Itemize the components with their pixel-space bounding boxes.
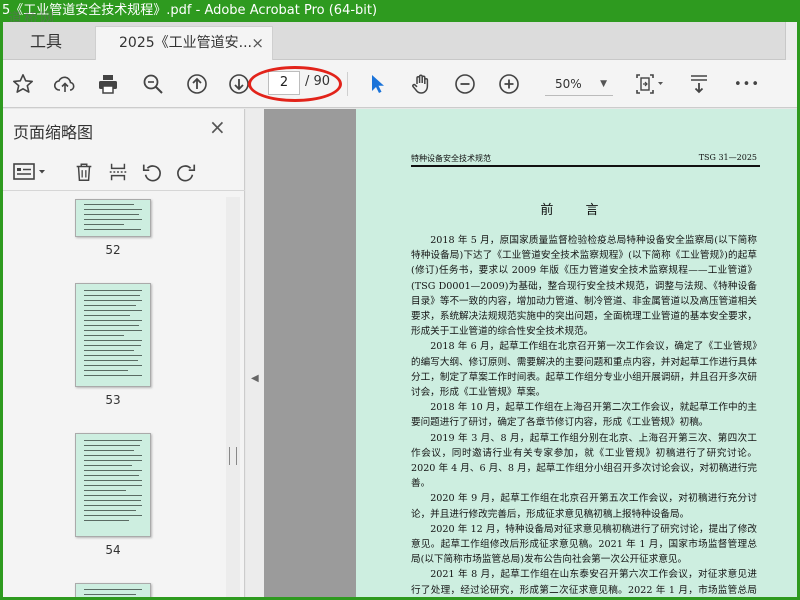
hand-icon[interactable] [407, 70, 435, 98]
thumbnail-label: 52 [105, 243, 121, 257]
delete-icon[interactable] [71, 159, 97, 185]
extract-icon[interactable] [105, 159, 131, 185]
document-view[interactable]: 特种设备安全技术规范 TSG 31—2025 前 言 2018 年 5 月，原国… [264, 109, 797, 597]
tab-tools[interactable]: 工具 [3, 22, 89, 60]
thumbnail-page-55[interactable] [75, 583, 151, 597]
page-thumbnails-panel: 页面缩略图 × 52 53 54 [3, 109, 245, 597]
paragraph: 2020 年 9 月，起草工作组在北京召开第五次工作会议，对初稿进行充分讨论，并… [411, 493, 757, 520]
print-icon[interactable] [94, 70, 122, 98]
zoom-level-value: 50% [555, 77, 582, 91]
more-icon[interactable]: ••• [733, 70, 761, 98]
page-body: 2018 年 5 月，原国家质量监督检验检疫总局特种设备安全监察局(以下简称特种… [411, 233, 757, 597]
paragraph: 2018 年 10 月，起草工作组在上海召开第二次工作会议，就起草工作中的主要问… [411, 402, 757, 429]
thumbnail-page-54[interactable] [75, 433, 151, 537]
page-heading: 前 言 [540, 203, 613, 218]
zoom-out-icon[interactable] [451, 70, 479, 98]
thumbnail-page-53[interactable] [75, 283, 151, 387]
window-title: 5《工业管道安全技术规程》.pdf - Adobe Acrobat Pro (6… [2, 3, 378, 18]
thumbnail-toolbar [3, 151, 245, 191]
tab-document-label: 2025《工业管道安... [119, 35, 252, 51]
fit-page-icon[interactable] [631, 70, 665, 98]
collapse-panel-icon[interactable]: ◀ [251, 373, 259, 384]
current-page-input[interactable]: 2 [268, 71, 300, 95]
paragraph: 2020 年 12 月，特种设备局对征求意见稿初稿进行了研究讨论，提出了修改意见… [411, 523, 757, 566]
paragraph: 2018 年 6 月，起草工作组在北京召开第一次工作会议，确定了《工业管规》的编… [411, 341, 757, 399]
total-pages: / 90 [305, 74, 331, 89]
tab-row: 工具 2025《工业管道安... × [3, 22, 797, 61]
zoom-level-select[interactable]: 50% ▼ [545, 72, 613, 96]
thumbnail-options-icon[interactable] [11, 159, 49, 185]
document-page: 特种设备安全技术规范 TSG 31—2025 前 言 2018 年 5 月，原国… [356, 109, 797, 597]
tab-document[interactable]: 2025《工业管道安... × [95, 26, 273, 61]
chevron-down-icon: ▼ [600, 79, 607, 89]
close-tab-icon[interactable]: × [251, 27, 264, 60]
undo-icon[interactable] [139, 159, 165, 185]
page-down-icon[interactable] [225, 70, 253, 98]
window-title-bar: 5《工业管道安全技术规程》.pdf - Adobe Acrobat Pro (6… [0, 0, 800, 22]
scrollbar-grip[interactable] [229, 447, 237, 465]
select-arrow-icon[interactable] [363, 70, 391, 98]
cloud-upload-icon[interactable] [51, 70, 79, 98]
tab-scroll-handle[interactable] [785, 22, 797, 60]
thumbnail-list: 52 53 54 [3, 195, 231, 597]
header-rule [411, 165, 760, 167]
thumbnail-label: 54 [105, 543, 121, 557]
zoom-search-icon[interactable] [139, 70, 167, 98]
paragraph: 2019 年 3 月、8 月，起草工作组分别在北京、上海召开第三次、第四次工作会… [411, 432, 757, 490]
thumbnail-page-52[interactable] [75, 199, 151, 237]
toolbar-divider [347, 72, 348, 96]
star-icon[interactable] [9, 70, 37, 98]
paragraph: 2021 年 8 月，起草工作组在山东泰安召开第六次工作会议，对征求意见进行了处… [411, 569, 757, 596]
scroll-mode-icon[interactable] [685, 70, 713, 98]
main-toolbar: 2 / 90 50% ▼ ••• [3, 60, 797, 108]
zoom-in-icon[interactable] [495, 70, 523, 98]
redo-icon[interactable] [173, 159, 199, 185]
thumbnail-label: 53 [105, 393, 121, 407]
close-panel-icon[interactable]: × [209, 115, 226, 139]
page-header-right: TSG 31—2025 [698, 153, 757, 162]
thumbnail-scrollbar[interactable] [226, 197, 240, 597]
page-header-left: 特种设备安全技术规范 [411, 154, 491, 163]
paragraph: 2018 年 5 月，原国家质量监督检验检疫总局特种设备安全监察局(以下简称特种… [411, 235, 757, 338]
panel-splitter[interactable]: ◀ [246, 109, 264, 597]
panel-title: 页面缩略图 [13, 123, 94, 142]
page-up-icon[interactable] [183, 70, 211, 98]
